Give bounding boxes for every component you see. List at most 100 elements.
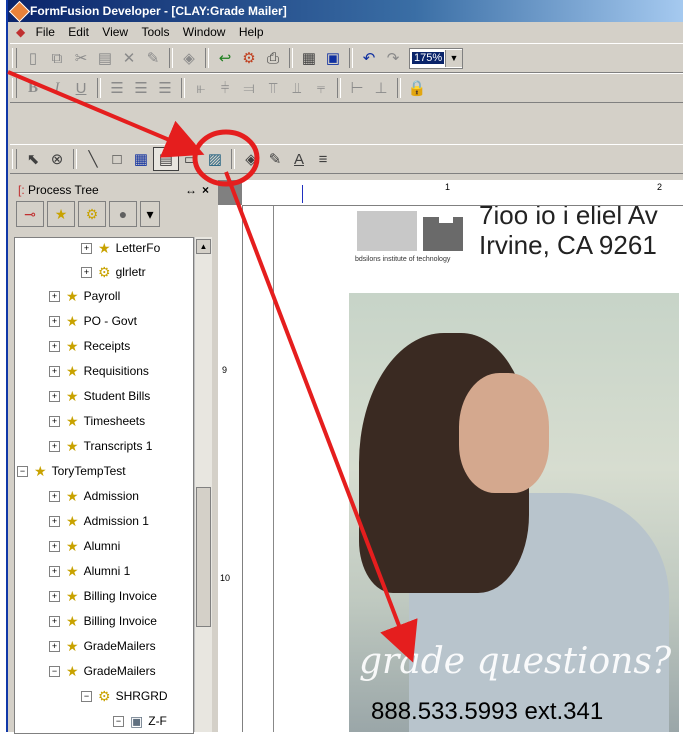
expand-icon[interactable]: +: [49, 515, 60, 527]
expand-icon[interactable]: +: [49, 540, 60, 552]
menu-tools[interactable]: Tools: [136, 22, 174, 42]
line-style-icon[interactable]: ≡: [311, 148, 335, 170]
expand-icon[interactable]: +: [49, 365, 60, 377]
font-color-icon[interactable]: A: [287, 148, 311, 170]
field-tool-icon[interactable]: ▭: [179, 148, 203, 170]
toolbar-grip[interactable]: [12, 78, 17, 98]
tree-item[interactable]: + ★ Requisitions: [49, 359, 149, 383]
zoom-select[interactable]: 175% ▼: [409, 47, 463, 69]
align-right-icon[interactable]: ☰: [153, 77, 177, 99]
tree-item[interactable]: + ★ Receipts: [49, 334, 130, 358]
scroll-up-icon[interactable]: ▲: [196, 239, 211, 254]
lock-icon[interactable]: 🔒: [405, 77, 429, 99]
eraser-icon[interactable]: ◈: [177, 47, 201, 69]
menu-help[interactable]: Help: [234, 22, 269, 42]
tree-item[interactable]: + ★ Billing Invoice: [49, 584, 157, 608]
underline-button[interactable]: U: [69, 77, 93, 99]
menu-file[interactable]: File: [31, 22, 60, 42]
expand-icon[interactable]: +: [49, 565, 60, 577]
expand-icon[interactable]: +: [49, 290, 60, 302]
collapse-icon[interactable]: −: [17, 465, 28, 477]
collapse-icon[interactable]: −: [49, 665, 60, 677]
expand-icon[interactable]: +: [49, 315, 60, 327]
italic-button[interactable]: I: [45, 77, 69, 99]
menu-view[interactable]: View: [97, 22, 133, 42]
tree-item[interactable]: + ★ Billing Invoice: [49, 609, 157, 633]
expand-icon[interactable]: +: [49, 490, 60, 502]
expand-icon[interactable]: +: [49, 640, 60, 652]
document-menu-icon[interactable]: ◆: [16, 22, 25, 42]
fill-color-icon[interactable]: ◈: [239, 148, 263, 170]
phone-number[interactable]: 888.533.5993 ext.341: [371, 698, 603, 726]
new-process-icon[interactable]: ⊸: [16, 201, 44, 227]
print-icon[interactable]: ⎙: [261, 47, 285, 69]
bold-button[interactable]: B: [21, 77, 45, 99]
cut-icon[interactable]: ✂: [69, 47, 93, 69]
expand-icon[interactable]: +: [49, 390, 60, 402]
tree-item[interactable]: + ★ Alumni 1: [49, 559, 130, 583]
table-tool-icon[interactable]: ▦: [129, 148, 153, 170]
institute-logo[interactable]: [357, 211, 467, 256]
expand-icon[interactable]: +: [49, 615, 60, 627]
align-objects-right-icon[interactable]: ⫤: [237, 77, 261, 99]
expand-icon[interactable]: +: [49, 440, 60, 452]
scrollbar-thumb[interactable]: [196, 487, 211, 627]
expand-icon[interactable]: +: [49, 340, 60, 352]
pointer-icon[interactable]: ⬉: [21, 148, 45, 170]
expand-icon[interactable]: +: [49, 415, 60, 427]
design-canvas[interactable]: 1 2 9 10 bdsilons institute of technolog…: [218, 180, 683, 732]
tree-item[interactable]: + ⚙ glrletr: [81, 260, 146, 284]
no-tool-icon[interactable]: ⊗: [45, 148, 69, 170]
collapse-icon[interactable]: −: [81, 690, 92, 702]
tree-item[interactable]: − ⚙ SHRGRD: [81, 684, 168, 708]
chevron-down-icon[interactable]: ▼: [445, 49, 462, 67]
tree-item[interactable]: + ★ Alumni: [49, 534, 120, 558]
align-top-icon[interactable]: ⫪: [261, 77, 285, 99]
paste-icon[interactable]: ▤: [93, 47, 117, 69]
space-vertical-icon[interactable]: ⊥: [369, 77, 393, 99]
tree-scrollbar[interactable]: ▲: [194, 237, 212, 732]
tree-item[interactable]: + ★ Admission: [49, 484, 139, 508]
tree-item[interactable]: + ★ PO - Govt: [49, 309, 137, 333]
compile-icon[interactable]: ⚙: [237, 47, 261, 69]
tree-item[interactable]: + ★ Admission 1: [49, 509, 149, 533]
text-box-tool-icon[interactable]: ▤: [153, 147, 179, 171]
tree-item[interactable]: − ★ ToryTempTest: [17, 459, 126, 483]
add-object-icon[interactable]: ●: [109, 201, 137, 227]
format-painter-icon[interactable]: ✎: [141, 47, 165, 69]
menu-window[interactable]: Window: [178, 22, 231, 42]
toolbar-grip[interactable]: [12, 149, 17, 169]
tree-item[interactable]: + ★ GradeMailers: [49, 634, 156, 658]
align-center-icon[interactable]: ☰: [129, 77, 153, 99]
tree-item[interactable]: − ★ GradeMailers: [49, 659, 156, 683]
tree-item[interactable]: − ▣ Z-F: [113, 709, 167, 733]
undo-icon[interactable]: ↶: [357, 47, 381, 69]
form-page[interactable]: bdsilons institute of technology 7ioo io…: [243, 206, 683, 732]
headset-woman-photo[interactable]: grade questions?: [349, 293, 679, 732]
tree-item[interactable]: + ★ Transcripts 1: [49, 434, 152, 458]
align-objects-center-icon[interactable]: ⫩: [213, 77, 237, 99]
align-objects-left-icon[interactable]: ⫦: [189, 77, 213, 99]
delete-icon[interactable]: ✕: [117, 47, 141, 69]
tree-dropdown-icon[interactable]: ▾: [140, 201, 160, 227]
address-line-1[interactable]: 7ioo io i eliel Av: [479, 206, 658, 231]
panel-dock-icon[interactable]: [:: [18, 183, 25, 197]
menu-edit[interactable]: Edit: [63, 22, 94, 42]
expand-icon[interactable]: +: [49, 590, 60, 602]
toolbar-grip[interactable]: [12, 48, 17, 68]
table-icon[interactable]: ▣: [321, 47, 345, 69]
expand-icon[interactable]: +: [81, 242, 92, 254]
import-icon[interactable]: ↩: [213, 47, 237, 69]
image-tool-icon[interactable]: ▨: [203, 148, 227, 170]
redo-icon[interactable]: ↷: [381, 47, 405, 69]
tree-item[interactable]: + ★ Student Bills: [49, 384, 150, 408]
line-color-icon[interactable]: ✎: [263, 148, 287, 170]
align-left-icon[interactable]: ☰: [105, 77, 129, 99]
grid-icon[interactable]: ▦: [297, 47, 321, 69]
tree-item[interactable]: + ★ Timesheets: [49, 409, 145, 433]
pin-icon[interactable]: ↔: [185, 180, 197, 200]
add-gear-icon[interactable]: ⚙: [78, 201, 106, 227]
add-folder-icon[interactable]: ★: [47, 201, 75, 227]
new-icon[interactable]: ▯: [21, 47, 45, 69]
address-line-2[interactable]: Irvine, CA 9261: [479, 230, 657, 261]
